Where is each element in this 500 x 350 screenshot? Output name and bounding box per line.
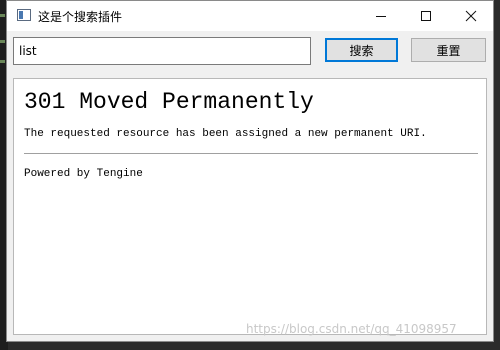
app-window: 这是个搜索插件 搜索 重置 301 Moved Permanently The …: [6, 0, 494, 342]
maximize-icon: [420, 11, 431, 21]
desktop-mark: [0, 40, 5, 43]
title-bar[interactable]: 这是个搜索插件: [7, 1, 493, 31]
app-window-icon: [17, 9, 31, 21]
browser-view: 301 Moved Permanently The requested reso…: [13, 78, 487, 335]
window-title: 这是个搜索插件: [38, 10, 123, 24]
page-message: The requested resource has been assigned…: [24, 128, 427, 140]
watermark-text: https://blog.csdn.net/qq_41098957: [246, 322, 457, 336]
desktop-mark: [0, 14, 5, 17]
desktop-mark: [0, 60, 5, 63]
minimize-icon: [375, 16, 386, 17]
search-toolbar: 搜索 重置: [7, 31, 493, 71]
minimize-button[interactable]: [358, 1, 403, 31]
search-button[interactable]: 搜索: [325, 38, 398, 62]
horizontal-rule: [24, 153, 478, 154]
close-icon: [465, 10, 476, 22]
reset-button[interactable]: 重置: [411, 38, 486, 62]
server-footer: Powered by Tengine: [24, 168, 143, 180]
maximize-button[interactable]: [403, 1, 448, 31]
page-heading: 301 Moved Permanently: [24, 89, 314, 115]
close-button[interactable]: [448, 1, 493, 31]
search-input[interactable]: [13, 37, 311, 65]
